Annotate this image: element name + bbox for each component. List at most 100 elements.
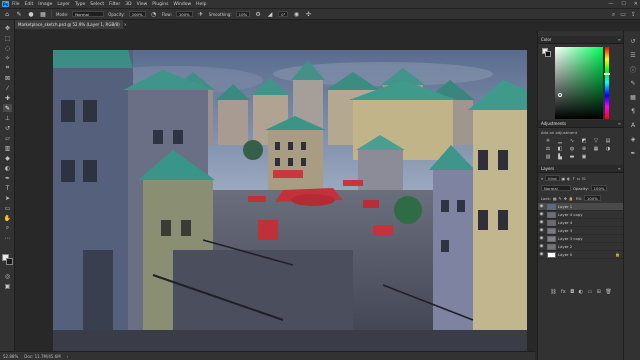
background-color-swatch[interactable] <box>6 258 13 265</box>
layer-name[interactable]: Layer 0 <box>558 252 572 257</box>
layer-fill-field[interactable]: 100% <box>584 195 601 201</box>
quick-select-tool-icon[interactable]: ✧ <box>3 54 12 62</box>
visibility-eye-icon[interactable]: ◉ <box>538 244 545 249</box>
layer-name[interactable]: Layer 2 <box>558 244 572 249</box>
layer-row[interactable]: ◉ Layer 0 🔒 <box>538 251 624 259</box>
healing-tool-icon[interactable]: ✚ <box>3 94 12 102</box>
layer-style-icon[interactable]: fx <box>561 289 566 295</box>
document-canvas[interactable] <box>53 50 527 351</box>
layer-name[interactable]: Layer 3 copy <box>558 236 582 241</box>
layer-row[interactable]: ◉ Layer 1 <box>538 203 624 211</box>
visibility-eye-icon[interactable]: ◉ <box>538 212 545 217</box>
layers-panel-title[interactable]: Layers <box>541 166 554 171</box>
frame-tool-icon[interactable]: ⊠ <box>3 74 12 82</box>
visibility-eye-icon[interactable]: ◉ <box>538 220 545 225</box>
layer-row[interactable]: ◉ Layer 3 copy <box>538 235 624 243</box>
brush-tool-icon[interactable]: ✎ <box>15 10 23 18</box>
shape-tool-icon[interactable]: ▭ <box>3 204 12 212</box>
hand-tool-icon[interactable]: ✋ <box>3 214 12 222</box>
visibility-eye-icon[interactable]: ◉ <box>538 204 545 209</box>
path-select-tool-icon[interactable]: ➤ <box>3 194 12 202</box>
brightness-contrast-icon[interactable]: ☀ <box>544 138 552 144</box>
add-mask-icon[interactable]: ◘ <box>570 289 574 295</box>
invert-icon[interactable]: ◑ <box>604 146 612 152</box>
properties-icon[interactable]: ☰ <box>629 51 637 59</box>
brush-preset-icon[interactable]: ● <box>27 10 35 18</box>
layer-row[interactable]: ◉ Layer 4 copy <box>538 211 624 219</box>
marquee-tool-icon[interactable]: ⬚ <box>3 34 12 42</box>
new-group-icon[interactable]: ▭ <box>587 289 592 295</box>
gradient-tool-icon[interactable]: ▥ <box>3 144 12 152</box>
gradient-map-icon[interactable]: ▬ <box>568 154 576 160</box>
paragraph-icon[interactable]: ¶ <box>629 107 637 115</box>
angle-field[interactable]: 0° <box>278 11 289 17</box>
menu-view[interactable]: View <box>137 2 148 7</box>
panel-menu-icon[interactable]: ≡ <box>618 121 621 126</box>
color-picker-cursor[interactable] <box>558 93 562 97</box>
brush-tool-icon[interactable]: ✎ <box>3 104 12 112</box>
photo-filter-icon[interactable]: ◍ <box>568 146 576 152</box>
kind-filter-select[interactable]: Kind <box>545 175 560 181</box>
pressure-opacity-icon[interactable]: ◔ <box>150 10 158 18</box>
blend-mode-select[interactable]: Normal <box>541 185 571 191</box>
menu-filter[interactable]: Filter <box>109 2 120 7</box>
lock-move-icon[interactable]: ✥ <box>564 196 567 201</box>
smoothing-field[interactable]: 10% <box>235 11 251 17</box>
threshold-icon[interactable]: ▙ <box>556 154 564 160</box>
share-icon[interactable]: ⇪ <box>631 11 636 19</box>
new-adjustment-icon[interactable]: ◐ <box>579 289 583 295</box>
black-white-icon[interactable]: ◧ <box>556 146 564 152</box>
visibility-eye-icon[interactable]: ◉ <box>538 236 545 241</box>
home-icon[interactable]: ⌂ <box>3 10 11 18</box>
close-tab-icon[interactable]: × <box>124 22 127 27</box>
filter-smart-icon[interactable]: ⊡ <box>582 176 585 181</box>
smoothing-options-icon[interactable]: ⚙ <box>254 10 262 18</box>
paths-icon[interactable]: ✒ <box>629 149 637 157</box>
lasso-tool-icon[interactable]: ◌ <box>3 44 12 52</box>
search-icon[interactable]: ⌕ <box>612 11 615 19</box>
layer-name[interactable]: Layer 4 copy <box>558 212 582 217</box>
lock-paint-icon[interactable]: ✎ <box>559 196 562 201</box>
channels-icon[interactable]: ◈ <box>629 135 637 143</box>
new-layer-icon[interactable]: ⊞ <box>597 289 601 295</box>
document-info[interactable]: Doc: 11.7M/45.6M <box>24 354 60 359</box>
clone-stamp-tool-icon[interactable]: ⊥ <box>3 114 12 122</box>
airbrush-icon[interactable]: ✈ <box>197 10 205 18</box>
zoom-level[interactable]: 52.88% <box>3 354 18 359</box>
layer-row[interactable]: ◉ Layer 4 <box>538 219 624 227</box>
zoom-tool-icon[interactable]: ⌕ <box>3 224 12 232</box>
mode-select[interactable]: Normal <box>72 11 105 17</box>
curves-icon[interactable]: ∿ <box>568 138 576 144</box>
menu-window[interactable]: Window <box>173 2 191 7</box>
menu-image[interactable]: Image <box>38 2 52 7</box>
blur-tool-icon[interactable]: ◆ <box>3 154 12 162</box>
canvas-workspace[interactable] <box>15 29 535 351</box>
screen-mode-icon[interactable]: ▣ <box>3 282 12 290</box>
visibility-eye-icon[interactable]: ◉ <box>538 252 545 257</box>
workspace-icon[interactable]: ▭ <box>620 11 626 19</box>
levels-icon[interactable]: ▁ <box>556 138 564 144</box>
crop-tool-icon[interactable]: ⌗ <box>3 64 12 72</box>
lock-all-icon[interactable]: 🔒 <box>569 196 574 201</box>
background-swatch[interactable] <box>545 51 551 57</box>
pressure-size-icon[interactable]: ◉ <box>292 10 300 18</box>
move-tool-icon[interactable]: ✥ <box>3 24 12 32</box>
color-panel-title[interactable]: Color <box>541 37 551 42</box>
eraser-tool-icon[interactable]: ▱ <box>3 134 12 142</box>
exposure-icon[interactable]: ◩ <box>580 138 588 144</box>
menu-help[interactable]: Help <box>196 2 206 7</box>
menu-edit[interactable]: Edit <box>25 2 34 7</box>
character-icon[interactable]: A <box>629 121 637 129</box>
pen-tool-icon[interactable]: ✒ <box>3 174 12 182</box>
layer-row[interactable]: ◉ Layer 3 <box>538 227 624 235</box>
history-icon[interactable]: ↺ <box>629 37 637 45</box>
panel-menu-icon[interactable]: ≡ <box>618 37 621 42</box>
delete-layer-icon[interactable]: 🗑 <box>605 289 611 295</box>
menu-plugins[interactable]: Plugins <box>152 2 168 7</box>
layer-name[interactable]: Layer 3 <box>558 228 572 233</box>
maximize-button[interactable]: ☐ <box>621 1 625 7</box>
angle-icon[interactable]: ◢ <box>266 10 274 18</box>
layer-name[interactable]: Layer 4 <box>558 220 572 225</box>
flow-field[interactable]: 100% <box>175 11 193 17</box>
dodge-tool-icon[interactable]: ◐ <box>3 164 12 172</box>
